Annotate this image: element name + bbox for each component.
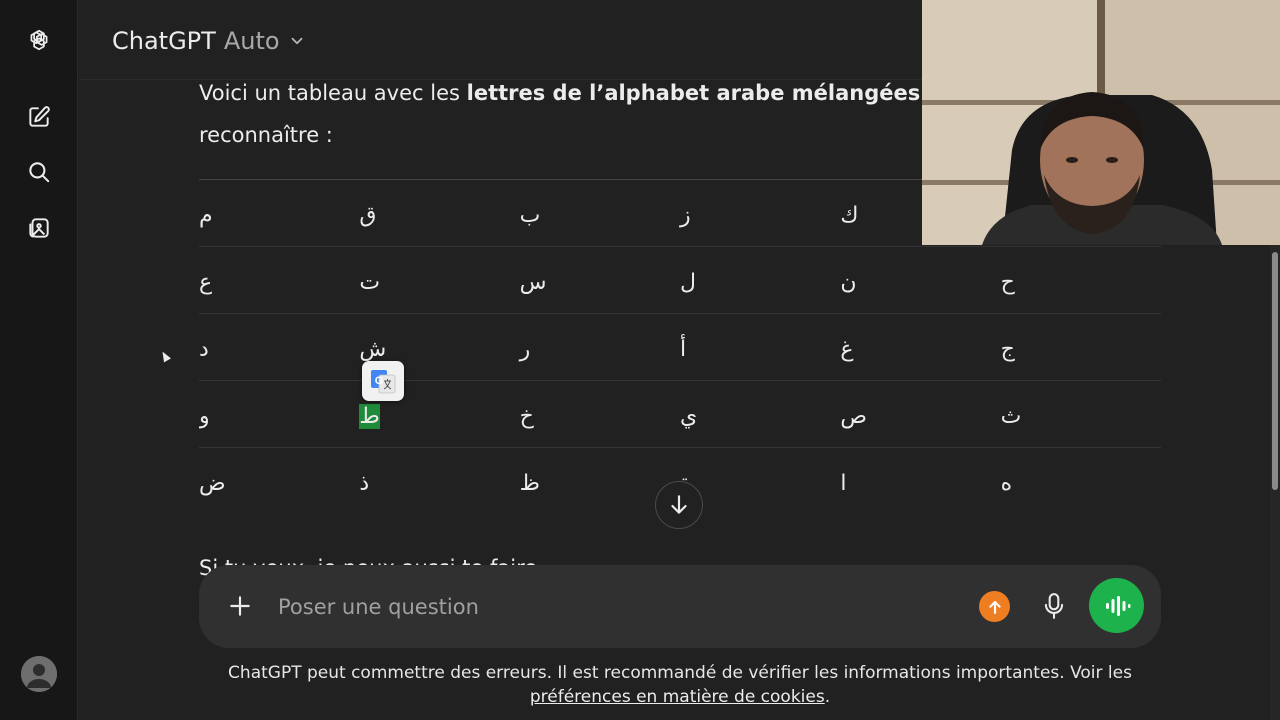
arabic-letter: ق xyxy=(359,202,377,228)
table-cell: د xyxy=(199,313,360,381)
table-cell: ا xyxy=(840,448,1000,515)
attach-button[interactable] xyxy=(225,591,255,621)
search-button[interactable] xyxy=(19,152,59,192)
scroll-down-button[interactable] xyxy=(655,481,703,529)
arabic-letter: د xyxy=(199,336,209,362)
arabic-letter: ل xyxy=(679,269,696,295)
table-cell: ز xyxy=(679,179,841,247)
arabic-letter: س xyxy=(519,269,547,295)
arabic-letter: ع xyxy=(199,269,213,295)
table-row: عتسلنح xyxy=(199,246,1161,314)
library-button[interactable] xyxy=(19,208,59,248)
arabic-letter: ت xyxy=(359,269,381,295)
table-cell: ج xyxy=(1000,313,1161,381)
arabic-letter: ي xyxy=(679,403,698,429)
new-chat-button[interactable] xyxy=(19,97,59,137)
chevron-down-icon xyxy=(291,37,302,45)
arabic-letter: ب xyxy=(519,202,541,228)
intro-line-two: reconnaître : xyxy=(199,123,333,147)
table-cell: ث xyxy=(1000,380,1161,448)
model-selector[interactable]: ChatGPT Auto xyxy=(112,24,306,58)
webcam-overlay xyxy=(922,0,1280,245)
compose-icon xyxy=(29,106,50,127)
table-cell: ن xyxy=(840,246,1001,314)
google-translate-icon: G xyxy=(371,370,396,394)
arabic-letter: ط xyxy=(359,403,380,429)
arabic-letter: ص xyxy=(840,403,867,429)
avatar[interactable] xyxy=(21,656,57,692)
plus-icon xyxy=(230,596,250,616)
voice-mode-button[interactable] xyxy=(1089,578,1144,633)
intro-text-start: Voici un tableau avec les xyxy=(199,81,467,105)
table-cell: ر xyxy=(519,313,680,381)
google-translate-button[interactable]: G xyxy=(362,361,404,401)
arabic-letter: م xyxy=(199,202,213,228)
arabic-letter: ض xyxy=(199,470,226,496)
microphone-button[interactable] xyxy=(1038,589,1070,623)
table-cell: ت xyxy=(359,246,520,314)
search-icon xyxy=(29,162,50,183)
table-cell: ة xyxy=(680,448,840,515)
model-name: ChatGPT xyxy=(112,27,216,55)
arabic-letter: ذ xyxy=(359,470,370,496)
arabic-letter: ك xyxy=(840,202,859,228)
voice-mode-icon xyxy=(1105,595,1130,616)
image-library-icon xyxy=(29,218,49,238)
table-row: دشرأغج xyxy=(199,313,1161,381)
microphone-icon xyxy=(1044,593,1064,619)
disclaimer-text: ChatGPT peut commettre des erreurs. Il e… xyxy=(228,663,1132,683)
table-cell: س xyxy=(519,246,680,314)
table-cell: م xyxy=(199,179,360,247)
webcam-person-image xyxy=(922,0,1280,245)
table-row: وطخيصث xyxy=(199,380,1161,448)
user-icon xyxy=(21,656,57,692)
arabic-letter: ح xyxy=(1000,269,1015,295)
table-cell: ه xyxy=(1001,448,1161,515)
table-cell: ح xyxy=(1000,246,1161,314)
disclaimer: ChatGPT peut commettre des erreurs. Il e… xyxy=(199,661,1161,709)
svg-text:G: G xyxy=(375,375,384,387)
table-cell: ض xyxy=(199,448,359,515)
prompt-input[interactable] xyxy=(278,589,938,625)
table-cell: ص xyxy=(840,380,1001,448)
disclaimer-end: . xyxy=(824,687,831,707)
arabic-letter: خ xyxy=(519,403,534,429)
table-cell: ي xyxy=(679,380,841,448)
table-cell: ذ xyxy=(359,448,519,515)
cookies-preferences-link[interactable]: préférences en matière de cookies xyxy=(530,687,825,707)
model-mode: Auto xyxy=(223,27,280,55)
intro-bold-text: lettres de l’alphabet arabe mélangées xyxy=(466,81,921,105)
arabic-letter: و xyxy=(199,403,210,429)
table-cell: خ xyxy=(519,380,680,448)
arabic-letter: ج xyxy=(1000,336,1015,362)
arrow-down-icon xyxy=(671,495,687,514)
arabic-letter: غ xyxy=(840,336,854,362)
mouse-cursor xyxy=(159,349,171,363)
openai-logo-icon xyxy=(30,29,48,51)
arrow-up-icon xyxy=(988,600,1001,614)
table-cell: ل xyxy=(679,246,841,314)
arabic-letter: ن xyxy=(840,269,857,295)
table-cell: ع xyxy=(199,246,360,314)
arabic-letter: ر xyxy=(519,336,531,362)
arabic-letter: ز xyxy=(679,202,691,228)
table-cell: ق xyxy=(359,179,520,247)
extension-button[interactable] xyxy=(979,591,1010,622)
table-cell: و xyxy=(199,380,360,448)
openai-logo-button[interactable] xyxy=(19,20,59,60)
arabic-letter: ش xyxy=(359,336,387,362)
scrollbar-thumb[interactable] xyxy=(1272,252,1278,490)
sidebar xyxy=(0,0,78,720)
arabic-letter: أ xyxy=(679,336,687,362)
arabic-letter: ظ xyxy=(519,470,541,496)
arabic-letter: ا xyxy=(840,470,847,496)
table-cell: أ xyxy=(679,313,841,381)
arabic-letter: ه xyxy=(1000,470,1013,496)
arabic-letter: ث xyxy=(1000,403,1022,429)
table-cell: ب xyxy=(519,179,680,247)
table-cell: غ xyxy=(840,313,1001,381)
composer xyxy=(199,565,1161,648)
